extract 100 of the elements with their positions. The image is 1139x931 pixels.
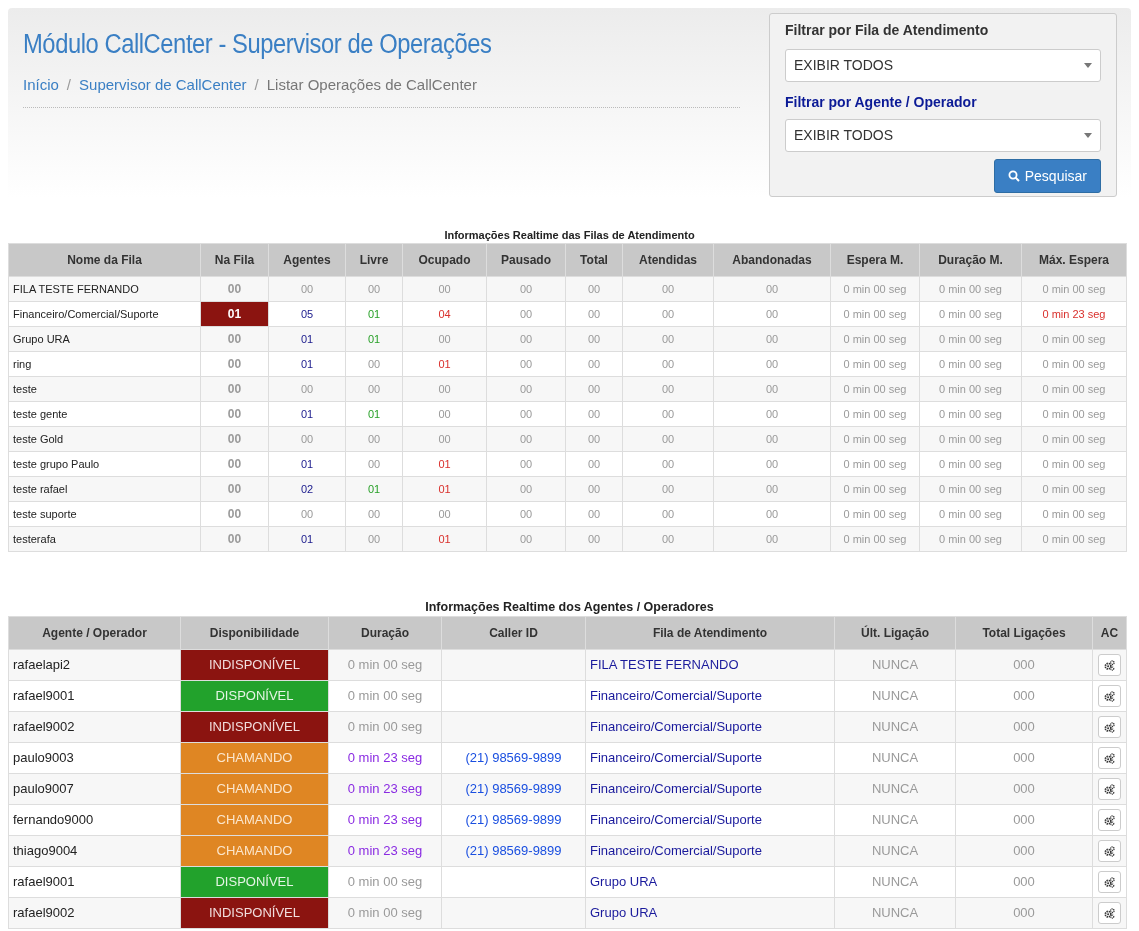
table-cell: 01 [402, 476, 487, 502]
table-cell: 0 min 00 seg [830, 501, 920, 527]
table-cell: 00 [565, 526, 623, 552]
breadcrumb-link[interactable]: Início [23, 74, 59, 97]
caller-id-cell: (21) 98569-9899 [441, 835, 586, 867]
table-title: Informações Realtime das Filas de Atendimento [443, 228, 696, 243]
table-cell: 00 [486, 276, 566, 302]
queue-link[interactable]: Financeiro/Comercial/Suporte [585, 804, 835, 836]
duration-cell: 0 min 23 seg [328, 742, 442, 774]
actions-button[interactable] [1098, 778, 1121, 800]
last-call-cell: NUNCA [834, 680, 956, 712]
table-cell: 0 min 00 seg [919, 376, 1022, 402]
breadcrumb-separator: / [254, 75, 259, 95]
queue-name-cell: teste grupo Paulo [8, 451, 201, 477]
page-title: Módulo CallCenter - Supervisor de Operações [23, 28, 493, 60]
status-cell: CHAMANDO [180, 835, 329, 867]
status-cell: INDISPONÍVEL [180, 897, 329, 929]
status-cell: INDISPONÍVEL [180, 649, 329, 681]
column-header: Agente / Operador [8, 616, 181, 650]
column-header: Caller ID [441, 616, 586, 650]
gears-icon [1104, 721, 1115, 733]
status-cell: DISPONÍVEL [180, 866, 329, 898]
table-cell: 01 [402, 351, 487, 377]
table-cell: 00 [713, 476, 831, 502]
caller-id-cell: (21) 98569-9899 [441, 742, 586, 774]
queue-link[interactable]: Financeiro/Comercial/Suporte [585, 711, 835, 743]
gears-icon [1104, 659, 1115, 671]
table-cell: 0 min 00 seg [830, 351, 920, 377]
table-cell: 00 [713, 351, 831, 377]
queue-link[interactable]: Grupo URA [585, 866, 835, 898]
column-header: Total [565, 243, 623, 277]
table-cell: 00 [402, 501, 487, 527]
queue-name-cell: ring [8, 351, 201, 377]
table-cell: 00 [622, 526, 714, 552]
queue-name-cell: Grupo URA [8, 326, 201, 352]
table-cell: 00 [345, 501, 403, 527]
search-button[interactable]: Pesquisar [993, 159, 1101, 193]
table-cell: 0 min 00 seg [1021, 276, 1127, 302]
table-cell: 00 [200, 376, 269, 402]
duration-cell: 0 min 23 seg [328, 804, 442, 836]
table-cell: 00 [713, 276, 831, 302]
breadcrumb-link[interactable]: Supervisor de CallCenter [79, 74, 247, 97]
table-cell: 0 min 00 seg [1021, 451, 1127, 477]
table-cell: 0 min 00 seg [830, 426, 920, 452]
table-cell: 00 [713, 301, 831, 327]
table-cell: 0 min 00 seg [1021, 326, 1127, 352]
table-cell: 0 min 00 seg [830, 376, 920, 402]
duration-cell: 0 min 00 seg [328, 680, 442, 712]
table-cell: 00 [622, 451, 714, 477]
column-header: Na Fila [200, 243, 269, 277]
queue-name-cell: FILA TESTE FERNANDO [8, 276, 201, 302]
queue-link[interactable]: Grupo URA [585, 897, 835, 929]
actions-button[interactable] [1098, 840, 1121, 862]
table-cell: 0 min 23 seg [1021, 301, 1127, 327]
table-cell: 0 min 00 seg [919, 501, 1022, 527]
last-call-cell: NUNCA [834, 742, 956, 774]
table-cell: 00 [200, 476, 269, 502]
actions-button[interactable] [1098, 685, 1121, 707]
table-cell: 00 [622, 326, 714, 352]
actions-button[interactable] [1098, 654, 1121, 676]
agent-select[interactable]: EXIBIR TODOS [785, 119, 1101, 152]
table-cell: 00 [200, 276, 269, 302]
actions-button[interactable] [1098, 902, 1121, 924]
queue-link[interactable]: Financeiro/Comercial/Suporte [585, 773, 835, 805]
queue-name-cell: Financeiro/Comercial/Suporte [8, 301, 201, 327]
total-calls-cell: 000 [955, 680, 1093, 712]
table-cell: 00 [268, 501, 346, 527]
table-cell: 00 [622, 426, 714, 452]
agent-name-cell: paulo9007 [8, 773, 181, 805]
column-header: Livre [345, 243, 403, 277]
actions-button[interactable] [1098, 809, 1121, 831]
queue-link[interactable]: Financeiro/Comercial/Suporte [585, 835, 835, 867]
queue-link[interactable]: Financeiro/Comercial/Suporte [585, 742, 835, 774]
table-cell: 0 min 00 seg [1021, 501, 1127, 527]
table-cell: 00 [402, 326, 487, 352]
actions-button[interactable] [1098, 871, 1121, 893]
table-cell: 01 [268, 451, 346, 477]
table-cell: 00 [486, 476, 566, 502]
table-cell: 00 [486, 376, 566, 402]
last-call-cell: NUNCA [834, 711, 956, 743]
table-cell: 00 [565, 401, 623, 427]
actions-button[interactable] [1098, 747, 1121, 769]
table-cell: 00 [713, 451, 831, 477]
caller-id-cell: (21) 98569-9899 [441, 804, 586, 836]
table-cell: 00 [713, 526, 831, 552]
breadcrumb-separator: / [66, 75, 72, 95]
queue-name-cell: teste suporte [8, 501, 201, 527]
table-cell: 00 [565, 276, 623, 302]
queue-link[interactable]: FILA TESTE FERNANDO [585, 649, 835, 681]
table-cell: 0 min 00 seg [830, 451, 920, 477]
queue-select[interactable]: EXIBIR TODOS [785, 49, 1101, 82]
agent-name-cell: fernando9000 [8, 804, 181, 836]
last-call-cell: NUNCA [834, 897, 956, 929]
queue-link[interactable]: Financeiro/Comercial/Suporte [585, 680, 835, 712]
table-cell: 00 [268, 376, 346, 402]
table-cell: 02 [268, 476, 346, 502]
table-cell: 00 [200, 451, 269, 477]
actions-button[interactable] [1098, 716, 1121, 738]
table-cell: 0 min 00 seg [1021, 526, 1127, 552]
table-cell: 00 [713, 501, 831, 527]
